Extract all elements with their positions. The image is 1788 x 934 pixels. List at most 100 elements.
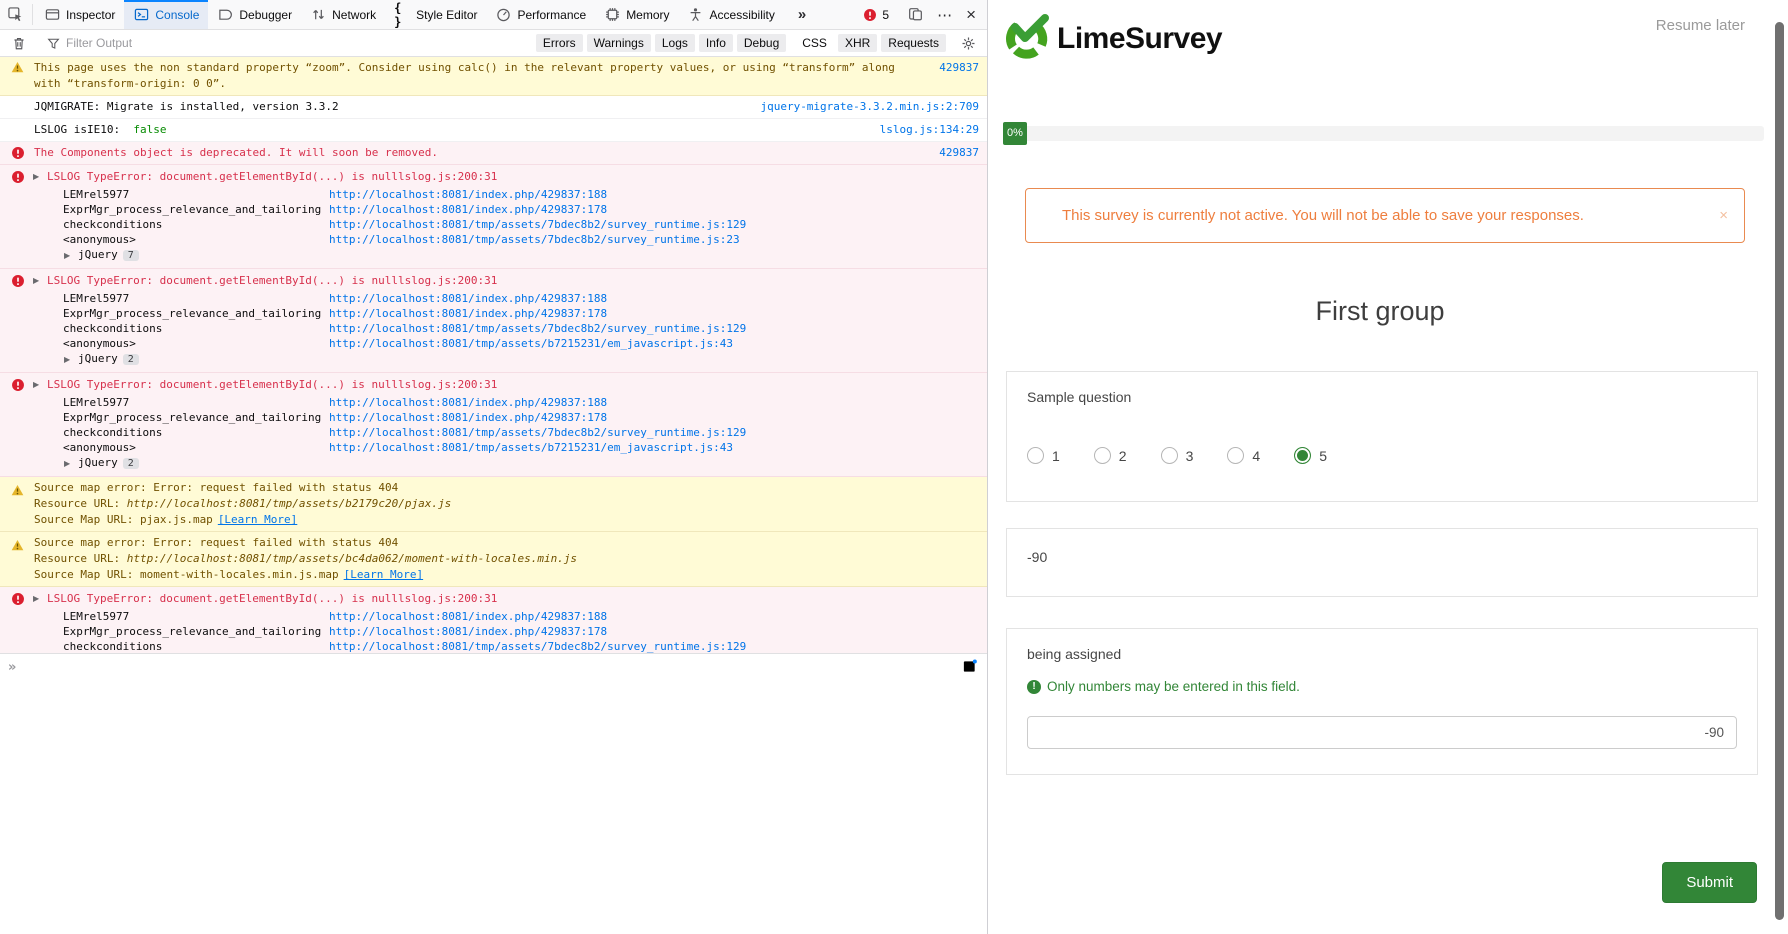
source-location-link[interactable]: lslog.js:134:29 bbox=[880, 122, 979, 138]
collapsed-frames-group[interactable]: ▶jQuery2 bbox=[0, 351, 987, 368]
sidebar-toggle-icon[interactable] bbox=[962, 659, 977, 679]
filter-button-errors[interactable]: Errors bbox=[536, 34, 583, 52]
radio-option-5[interactable]: 5 bbox=[1294, 447, 1327, 464]
filter-button-info[interactable]: Info bbox=[699, 34, 733, 52]
stack-frame-link[interactable]: http://localhost:8081/tmp/assets/b721523… bbox=[329, 440, 733, 455]
filter-button-warnings[interactable]: Warnings bbox=[587, 34, 651, 52]
radio-button[interactable] bbox=[1161, 447, 1178, 464]
alert-close-icon[interactable]: × bbox=[1719, 207, 1728, 224]
source-location-link[interactable]: lslog.js:200:31 bbox=[398, 273, 497, 289]
tab-console[interactable]: Console bbox=[124, 0, 208, 29]
error-count-badge[interactable]: 5 bbox=[856, 7, 895, 23]
radio-label: 3 bbox=[1186, 448, 1194, 464]
radio-label: 2 bbox=[1119, 448, 1127, 464]
close-devtools-button[interactable]: × bbox=[959, 5, 983, 25]
error-circle-icon bbox=[11, 274, 25, 293]
error-count: 5 bbox=[882, 8, 889, 22]
collapsed-frames-group[interactable]: ▶jQuery7 bbox=[0, 247, 987, 264]
stack-frame-link[interactable]: http://localhost:8081/index.php/429837:1… bbox=[329, 609, 607, 624]
network-icon bbox=[310, 7, 326, 23]
devtools-menu-button[interactable]: ⋯ bbox=[930, 6, 959, 24]
tab-style-editor[interactable]: { }Style Editor bbox=[385, 0, 486, 29]
stack-frame: ExprMgr_process_relevance_and_tailoringh… bbox=[0, 202, 987, 217]
console-input-row[interactable]: » bbox=[0, 653, 987, 680]
numeric-answer-input[interactable] bbox=[1027, 716, 1737, 749]
radio-button[interactable] bbox=[1294, 447, 1311, 464]
filter-output-input[interactable]: Filter Output bbox=[39, 35, 534, 51]
overflow-tabs-button[interactable]: » bbox=[784, 0, 820, 29]
stack-frame-link[interactable]: http://localhost:8081/tmp/assets/b721523… bbox=[329, 336, 733, 351]
stack-frame-link[interactable]: http://localhost:8081/index.php/429837:1… bbox=[329, 202, 607, 217]
memory-icon bbox=[604, 7, 620, 23]
filter-placeholder: Filter Output bbox=[66, 36, 132, 50]
gear-icon bbox=[960, 35, 976, 51]
stack-frame-link[interactable]: http://localhost:8081/index.php/429837:1… bbox=[329, 306, 607, 321]
group-twisty-icon[interactable]: ▶ bbox=[64, 352, 70, 368]
tab-memory[interactable]: Memory bbox=[595, 0, 678, 29]
stack-frame-link[interactable]: http://localhost:8081/tmp/assets/7bdec8b… bbox=[329, 425, 746, 440]
source-location-link[interactable]: jquery-migrate-3.3.2.min.js:2:709 bbox=[760, 99, 979, 115]
split-console-button[interactable] bbox=[900, 7, 930, 23]
radio-option-1[interactable]: 1 bbox=[1027, 447, 1060, 464]
stack-frame-link[interactable]: http://localhost:8081/index.php/429837:1… bbox=[329, 187, 607, 202]
filter-button-xhr[interactable]: XHR bbox=[838, 34, 877, 52]
stack-frame-link[interactable]: http://localhost:8081/index.php/429837:1… bbox=[329, 291, 607, 306]
source-location-link[interactable]: 429837 bbox=[939, 60, 979, 76]
expand-twisty-icon[interactable]: ▶ bbox=[33, 591, 39, 607]
stack-frame-link[interactable]: http://localhost:8081/index.php/429837:1… bbox=[329, 410, 607, 425]
expand-twisty-icon[interactable]: ▶ bbox=[33, 169, 39, 185]
filter-button-logs[interactable]: Logs bbox=[655, 34, 695, 52]
error-circle-icon bbox=[11, 146, 25, 165]
stack-frame-link[interactable]: http://localhost:8081/tmp/assets/7bdec8b… bbox=[329, 232, 740, 247]
tab-label: Performance bbox=[517, 8, 586, 22]
question-label: being assigned bbox=[1027, 646, 1737, 662]
filter-button-requests[interactable]: Requests bbox=[881, 34, 946, 52]
radio-button[interactable] bbox=[1027, 447, 1044, 464]
tab-network[interactable]: Network bbox=[301, 0, 385, 29]
console-log-row: JQMIGRATE: Migrate is installed, version… bbox=[0, 96, 987, 119]
stack-frame-link[interactable]: http://localhost:8081/tmp/assets/7bdec8b… bbox=[329, 217, 746, 232]
source-location-link[interactable]: lslog.js:200:31 bbox=[398, 591, 497, 607]
tab-label: Memory bbox=[626, 8, 669, 22]
tab-debugger[interactable]: Debugger bbox=[208, 0, 301, 29]
source-location-link[interactable]: lslog.js:200:31 bbox=[398, 169, 497, 185]
learn-more-link[interactable]: [Learn More] bbox=[344, 568, 423, 581]
pick-element-button[interactable] bbox=[0, 0, 30, 29]
learn-more-link[interactable]: [Learn More] bbox=[218, 513, 297, 526]
source-location-link[interactable]: lslog.js:200:31 bbox=[398, 377, 497, 393]
resume-later-link[interactable]: Resume later bbox=[1656, 17, 1745, 34]
expand-twisty-icon[interactable]: ▶ bbox=[33, 377, 39, 393]
question-card: Sample question12345 bbox=[1006, 371, 1758, 502]
tab-label: Network bbox=[332, 8, 376, 22]
stack-frame-link[interactable]: http://localhost:8081/index.php/429837:1… bbox=[329, 395, 607, 410]
tab-inspector[interactable]: Inspector bbox=[35, 0, 124, 29]
radio-button[interactable] bbox=[1227, 447, 1244, 464]
radio-option-2[interactable]: 2 bbox=[1094, 447, 1127, 464]
submit-button[interactable]: Submit bbox=[1662, 862, 1757, 903]
radio-option-4[interactable]: 4 bbox=[1227, 447, 1260, 464]
filter-button-debug[interactable]: Debug bbox=[737, 34, 786, 52]
radio-option-3[interactable]: 3 bbox=[1161, 447, 1194, 464]
error-circle-icon bbox=[862, 7, 878, 23]
filter-button-css[interactable]: CSS bbox=[795, 34, 834, 52]
error-message: ▶LSLOG TypeError: document.getElementByI… bbox=[0, 271, 987, 291]
tab-accessibility[interactable]: Accessibility bbox=[679, 0, 784, 29]
scrollbar-thumb[interactable] bbox=[1775, 22, 1784, 920]
expand-twisty-icon[interactable]: ▶ bbox=[33, 273, 39, 289]
source-location-link[interactable]: 429837 bbox=[939, 145, 979, 161]
limesurvey-logo: LimeSurvey bbox=[1003, 14, 1222, 64]
stack-frame-link[interactable]: http://localhost:8081/tmp/assets/7bdec8b… bbox=[329, 639, 746, 653]
stack-frame-link[interactable]: http://localhost:8081/tmp/assets/7bdec8b… bbox=[329, 321, 746, 336]
tab-performance[interactable]: Performance bbox=[486, 0, 595, 29]
stack-frame-link[interactable]: http://localhost:8081/index.php/429837:1… bbox=[329, 624, 607, 639]
error-message: ▶LSLOG TypeError: document.getElementByI… bbox=[0, 375, 987, 395]
stack-frame: checkconditionshttp://localhost:8081/tmp… bbox=[0, 217, 987, 232]
console-settings-button[interactable] bbox=[953, 35, 983, 51]
console-prompt: » bbox=[8, 660, 16, 675]
clear-console-button[interactable] bbox=[4, 35, 34, 51]
accessibility-icon bbox=[688, 7, 704, 23]
collapsed-frames-group[interactable]: ▶jQuery2 bbox=[0, 455, 987, 472]
group-twisty-icon[interactable]: ▶ bbox=[64, 248, 70, 264]
group-twisty-icon[interactable]: ▶ bbox=[64, 456, 70, 472]
radio-button[interactable] bbox=[1094, 447, 1111, 464]
